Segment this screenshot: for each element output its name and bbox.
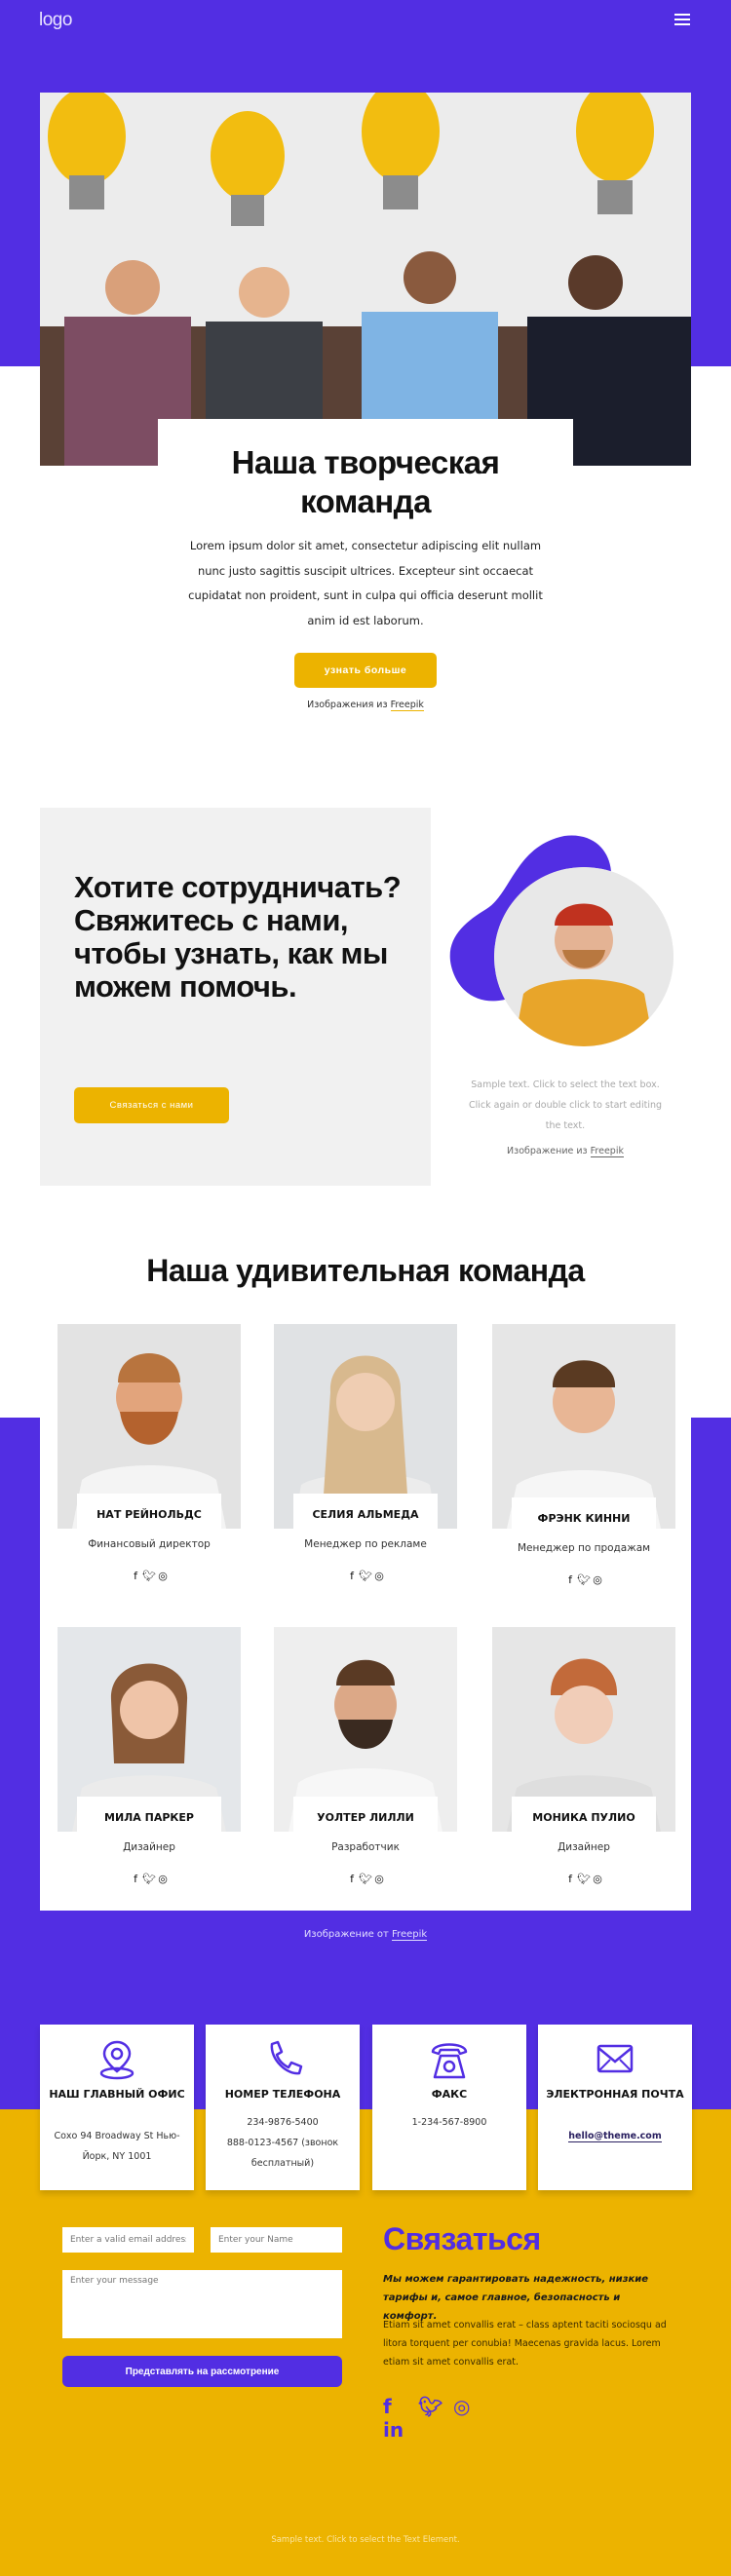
member-name: НАТ РЕЙНОЛЬДС [77,1494,221,1529]
hero-card: Наша творческая команда Lorem ipsum dolo… [158,419,573,740]
instagram-icon[interactable]: ◎ [156,1570,170,1582]
member-role: Дизайнер [558,1841,610,1853]
hero-image [40,93,691,466]
twitter-icon[interactable]: 🐦︎ [577,1573,591,1586]
team-member-portrait [494,867,673,1046]
contact-card-fax: ФАКС 1-234-567-8900 [372,2025,526,2190]
learn-more-button[interactable]: узнать больше [294,653,437,688]
instagram-icon[interactable]: ◎ [453,2395,488,2418]
team-member-card: УОЛТЕР ЛИЛЛИ Разработчик f 🐦︎ ◎ [274,1627,457,1885]
team-member-card: НАТ РЕЙНОЛЬДС Финансовый директор f 🐦︎ ◎ [58,1324,241,1582]
twitter-icon[interactable]: 🐦︎ [418,2395,453,2418]
hero-text: Lorem ipsum dolor sit amet, consectetur … [188,539,543,627]
hero-image-credit: Изображения из Freepik [307,700,424,711]
instagram-icon[interactable]: ◎ [591,1573,604,1586]
phone-numbers: 234-9876-5400 888-0123-4567 (звонок бесп… [226,2117,339,2169]
facebook-icon[interactable]: f [345,1570,359,1582]
twitter-icon[interactable]: 🐦︎ [359,1570,372,1582]
instagram-icon[interactable]: ◎ [372,1570,386,1582]
member-socials: f 🐦︎ ◎ [58,1570,241,1582]
hamburger-menu-icon[interactable] [674,14,690,27]
member-name: СЕЛИЯ АЛЬМЕДА [293,1494,438,1529]
member-photo: МОНИКА ПУЛИО [492,1627,675,1832]
collaborate-title: Хотите сотрудничать? Свяжитесь с нами, ч… [74,870,402,1004]
member-name: МОНИКА ПУЛИО [512,1797,656,1832]
email-field[interactable] [62,2227,194,2253]
contact-body: Etiam sit amet convallis erat – class ap… [383,2320,667,2368]
member-photo: УОЛТЕР ЛИЛЛИ [274,1627,457,1832]
submit-button[interactable]: Представлять на рассмотрение [62,2356,342,2387]
contact-card-title: ЭЛЕКТРОННАЯ ПОЧТА [546,2088,684,2101]
contact-card-email: ЭЛЕКТРОННАЯ ПОЧТА hello@theme.com [538,2025,692,2190]
member-photo: СЕЛИЯ АЛЬМЕДА [274,1324,457,1529]
twitter-icon[interactable]: 🐦︎ [142,1570,156,1582]
twitter-icon[interactable]: 🐦︎ [359,1873,372,1885]
instagram-icon[interactable]: ◎ [591,1873,604,1885]
freepik-link[interactable]: Freepik [590,1146,624,1157]
freepik-link[interactable]: Freepik [390,700,424,711]
office-address: Сохо 94 Broadway St Нью- Йорк, NY 1001 [54,2131,180,2162]
instagram-icon[interactable]: ◎ [372,1873,386,1885]
member-name: ФРЭНК КИННИ [512,1497,656,1529]
instagram-icon[interactable]: ◎ [156,1873,170,1885]
footer-text[interactable]: Sample text. Click to select the Text El… [0,2535,731,2545]
member-photo: НАТ РЕЙНОЛЬДС [58,1324,241,1529]
twitter-icon[interactable]: 🐦︎ [577,1873,591,1885]
team-member-card: МОНИКА ПУЛИО Дизайнер f 🐦︎ ◎ [492,1627,675,1885]
sample-text[interactable]: Sample text. Click to select the text bo… [463,1075,668,1136]
collaborate-box: Хотите сотрудничать? Свяжитесь с нами, ч… [40,808,431,1186]
email-link[interactable]: hello@theme.com [568,2131,662,2142]
contact-title: Связаться [383,2221,541,2256]
member-role: Дизайнер [123,1841,175,1853]
member-socials: f 🐦︎ ◎ [274,1873,457,1885]
facebook-icon[interactable]: f [383,2395,418,2418]
location-pin-icon [99,2040,135,2080]
team-with-lightbulbs-illustration [40,93,691,466]
facebook-icon[interactable]: f [563,1873,577,1885]
facebook-icon[interactable]: f [129,1873,142,1885]
member-photo: ФРЭНК КИННИ [492,1324,675,1529]
team-member-card: СЕЛИЯ АЛЬМЕДА Менеджер по рекламе f 🐦︎ ◎ [274,1324,457,1582]
member-name: МИЛА ПАРКЕР [77,1797,221,1832]
team-image-credit: Изображение от Freepik [303,1929,428,1941]
member-role: Менеджер по продажам [517,1542,651,1554]
contact-card-phone: НОМЕР ТЕЛЕФОНА 234-9876-5400 888-0123-45… [206,2025,360,2190]
facebook-icon[interactable]: f [345,1873,359,1885]
member-socials: f 🐦︎ ◎ [492,1573,675,1586]
contact-social-links: f 🐦︎ ◎ in [383,2395,519,2442]
facebook-icon[interactable]: f [563,1573,577,1586]
contact-card-title: НОМЕР ТЕЛЕФОНА [224,2088,341,2101]
fax-number: 1-234-567-8900 [411,2117,487,2128]
contact-card-title: НАШ ГЛАВНЫЙ ОФИС [49,2088,185,2101]
member-socials: f 🐦︎ ◎ [492,1873,675,1885]
envelope-icon [596,2044,634,2073]
member-photo: МИЛА ПАРКЕР [58,1627,241,1832]
team-title: Наша удивительная команда [146,1253,585,1288]
hero-title: Наша творческая команда [231,444,500,519]
phone-icon [270,2040,303,2075]
member-role: Разработчик [331,1841,400,1853]
freepik-link[interactable]: Freepik [392,1929,428,1941]
member-socials: f 🐦︎ ◎ [58,1873,241,1885]
member-role: Менеджер по рекламе [304,1538,427,1550]
email-address: hello@theme.com [546,2126,684,2146]
team-member-card: МИЛА ПАРКЕР Дизайнер f 🐦︎ ◎ [58,1627,241,1885]
team-member-card: ФРЭНК КИННИ Менеджер по продажам f 🐦︎ ◎ [492,1324,675,1586]
collaborate-image-credit: Изображение из Freepik [507,1146,624,1157]
contact-card-office: НАШ ГЛАВНЫЙ ОФИС Сохо 94 Broadway St Нью… [40,2025,194,2190]
member-name: УОЛТЕР ЛИЛЛИ [293,1797,438,1832]
logo[interactable]: logo [39,10,72,31]
fax-icon [431,2043,468,2079]
twitter-icon[interactable]: 🐦︎ [142,1873,156,1885]
member-socials: f 🐦︎ ◎ [274,1570,457,1582]
contact-us-button[interactable]: Связаться с нами [74,1087,229,1123]
message-field[interactable] [62,2270,342,2338]
member-role: Финансовый директор [88,1538,211,1550]
name-field[interactable] [211,2227,342,2253]
linkedin-icon[interactable]: in [383,2418,418,2442]
contact-card-title: ФАКС [431,2088,468,2101]
facebook-icon[interactable]: f [129,1570,142,1582]
